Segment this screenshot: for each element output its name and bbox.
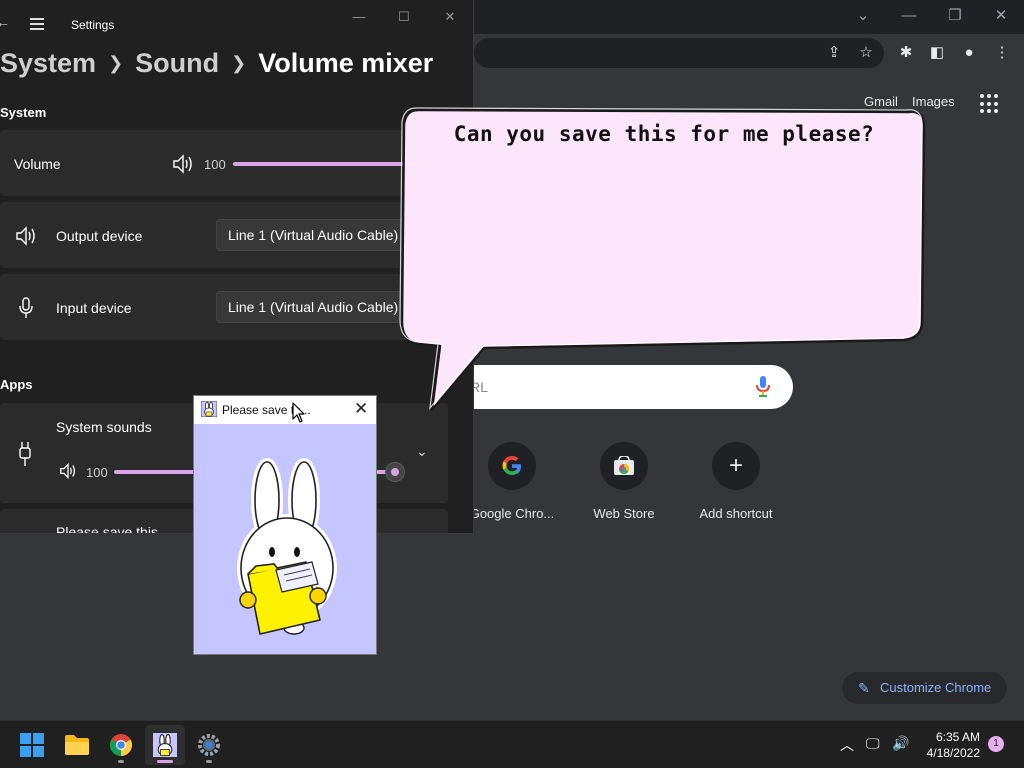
bunny-app-icon — [201, 401, 217, 417]
running-indicator — [118, 760, 124, 763]
close-icon[interactable]: ✕ — [354, 399, 368, 419]
breadcrumb-volume-mixer: Volume mixer — [258, 48, 434, 78]
google-icon — [502, 456, 521, 475]
chevron-down-icon[interactable]: ⌄ — [416, 443, 428, 460]
share-icon[interactable]: ⇪ — [823, 42, 845, 64]
clock-time: 6:35 AM — [935, 730, 980, 744]
taskbar-bunny-app[interactable] — [145, 725, 185, 765]
plus-icon: + — [728, 452, 743, 479]
volume-icon[interactable]: 🔊 — [892, 735, 909, 752]
running-indicator — [206, 760, 212, 763]
minimize-icon[interactable]: — — [897, 6, 921, 26]
customize-label: Customize Chrome — [880, 680, 992, 695]
app-name: Please save this — [56, 524, 158, 534]
close-icon[interactable]: ✕ — [989, 6, 1013, 26]
clock[interactable]: 6:35 AM 4/18/2022 — [918, 729, 980, 761]
shortcut-web-store[interactable]: Web Store — [568, 442, 680, 521]
extensions-icon[interactable]: ✱ — [895, 42, 917, 64]
chevron-right-icon: ❯ — [108, 53, 124, 73]
file-explorer-icon — [65, 735, 89, 755]
taskbar-settings[interactable] — [189, 725, 229, 765]
speech-bubble — [399, 107, 926, 412]
speaker-icon[interactable] — [172, 154, 194, 174]
slider-thumb[interactable] — [385, 462, 405, 482]
web-store-icon — [614, 456, 634, 475]
volume-value: 100 — [204, 157, 226, 172]
chevron-right-icon: ❯ — [231, 53, 247, 73]
restore-icon[interactable]: ❐ — [943, 6, 967, 26]
bunny-popup-window: Please save th... ✕ — [193, 395, 377, 655]
shortcut-add[interactable]: + Add shortcut — [680, 442, 792, 521]
breadcrumb: System ❯ Sound ❯ Volume mixer — [0, 48, 433, 84]
section-heading-system: System — [0, 105, 47, 120]
taskbar-file-explorer[interactable] — [57, 725, 97, 765]
speaker-icon — [16, 226, 35, 246]
back-arrow-icon[interactable]: ← — [0, 14, 10, 30]
app-volume-value: 100 — [86, 465, 108, 480]
settings-title: Settings — [71, 18, 115, 32]
popup-titlebar[interactable]: Please save th... ✕ — [194, 396, 376, 424]
tab-search-icon[interactable]: ⌄ — [851, 6, 875, 26]
minimize-icon[interactable]: — — [349, 8, 369, 26]
start-icon — [20, 733, 44, 757]
bunny-app-icon — [153, 733, 177, 757]
chrome-icon — [110, 734, 132, 756]
taskbar-chrome[interactable] — [101, 725, 141, 765]
pencil-icon: ✎ — [858, 680, 870, 696]
input-device-label: Input device — [56, 300, 132, 316]
speech-bubble-text: Can you save this for me please? — [453, 122, 875, 146]
bunny-illustration — [237, 458, 337, 635]
clock-date: 4/18/2022 — [926, 746, 980, 760]
breadcrumb-sound[interactable]: Sound — [135, 48, 219, 78]
output-device-label: Output device — [56, 228, 143, 244]
mouse-cursor-icon — [292, 402, 305, 423]
volume-label: Volume — [14, 156, 61, 172]
network-icon[interactable]: 🖵 — [866, 735, 880, 752]
app-name: System sounds — [56, 419, 152, 435]
notification-badge[interactable]: 1 — [988, 736, 1004, 752]
maximize-icon[interactable]: ☐ — [394, 8, 414, 26]
show-hidden-icons-icon[interactable]: ︿ — [840, 735, 854, 755]
section-heading-apps: Apps — [0, 377, 33, 392]
profile-icon[interactable]: ● — [958, 42, 980, 64]
side-panel-icon[interactable]: ◧ — [926, 42, 948, 64]
settings-icon — [198, 734, 220, 756]
menu-kebab-icon[interactable]: ⋮ — [991, 42, 1013, 64]
system-sounds-icon — [19, 442, 31, 466]
bookmark-star-icon[interactable]: ☆ — [855, 42, 877, 64]
hamburger-menu-icon[interactable] — [30, 18, 44, 30]
breadcrumb-system[interactable]: System — [0, 48, 96, 78]
shortcut-label: Add shortcut — [699, 506, 773, 521]
speaker-icon[interactable] — [59, 463, 77, 479]
shortcut-label: Web Store — [593, 506, 655, 521]
start-button[interactable] — [12, 725, 52, 765]
customize-chrome-button[interactable]: ✎ Customize Chrome — [842, 672, 1007, 704]
microphone-icon — [19, 297, 33, 318]
close-icon[interactable]: ✕ — [440, 8, 460, 26]
google-apps-icon[interactable] — [980, 94, 1000, 114]
active-indicator — [157, 760, 173, 763]
taskbar: ︿ 🖵 🔊 6:35 AM 4/18/2022 1 — [0, 720, 1024, 768]
settings-titlebar: ← Settings — ☐ ✕ — [0, 0, 473, 48]
